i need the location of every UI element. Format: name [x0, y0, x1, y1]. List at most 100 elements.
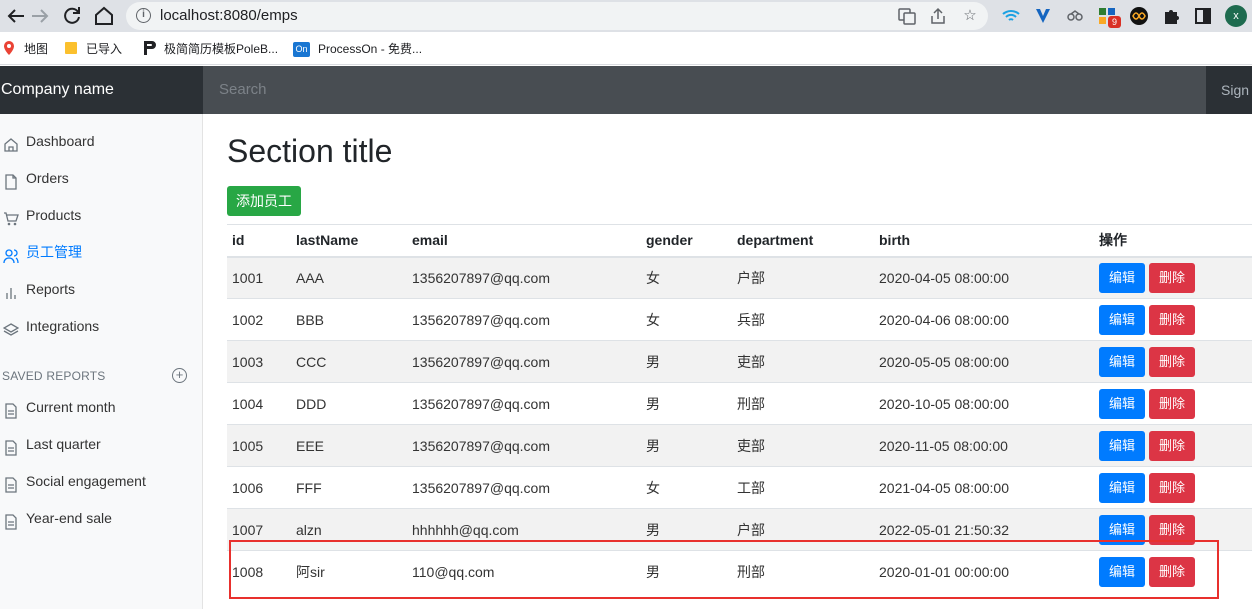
- cell-lastname: AAA: [291, 256, 407, 299]
- browser-toolbar: i localhost:8080/emps ☆ 9 x: [0, 0, 1252, 32]
- table-row: 1005 EEE 1356207897@qq.com 男吏部 2020-11-05 08…: [227, 424, 1252, 467]
- cell-id: 1008: [227, 550, 291, 593]
- top-navbar: Company name Sign out: [0, 66, 1252, 114]
- cell-actions: 编辑 删除: [1094, 508, 1252, 551]
- cell-actions: 编辑 删除: [1094, 340, 1252, 383]
- delete-button[interactable]: 删除: [1149, 388, 1195, 419]
- saved-report-year-end-sale[interactable]: Year-end sale: [0, 503, 203, 533]
- bookmark-item[interactable]: 已导入: [64, 40, 122, 58]
- bookmark-item[interactable]: On ProcessOn - 免费...: [293, 40, 422, 58]
- sidebar-item-integrations[interactable]: Integrations: [0, 311, 203, 341]
- delete-button[interactable]: 删除: [1149, 262, 1195, 293]
- site-info-icon[interactable]: i: [136, 8, 151, 23]
- saved-report-current-month[interactable]: Current month: [0, 392, 203, 422]
- profile-avatar[interactable]: x: [1225, 5, 1247, 27]
- cell-department: 刑部: [732, 382, 874, 425]
- edit-button[interactable]: 编辑: [1099, 472, 1145, 503]
- saved-report-last-quarter[interactable]: Last quarter: [0, 429, 203, 459]
- cell-gender: 男: [641, 424, 732, 467]
- star-icon[interactable]: ☆: [961, 7, 979, 25]
- wifi-extension-icon[interactable]: [1001, 6, 1021, 26]
- url-text[interactable]: localhost:8080/emps: [160, 7, 298, 24]
- cell-actions: 编辑 删除: [1094, 382, 1252, 425]
- add-employee-button[interactable]: 添加员工: [227, 186, 301, 216]
- sidebar: Dashboard Orders Products 员工管理 Reports I…: [0, 114, 203, 609]
- cell-lastname: 阿sir: [291, 550, 407, 593]
- forward-arrow-icon[interactable]: [28, 4, 52, 28]
- table-row: 1003 CCC 1356207897@qq.com 男吏部 2020-05-05 08…: [227, 340, 1252, 383]
- file-text-icon: [3, 510, 19, 530]
- cell-birth: 2020-11-05 08:00:00: [874, 424, 1094, 467]
- cell-lastname: CCC: [291, 340, 407, 383]
- home-icon[interactable]: [92, 4, 116, 28]
- sidebar-item-employees[interactable]: 员工管理: [0, 237, 203, 267]
- cell-email: 1356207897@qq.com: [407, 466, 641, 509]
- cell-email: 110@qq.com: [407, 550, 641, 593]
- table-row: 1004 DDD 1356207897@qq.com 男刑部 2020-10-05 08…: [227, 382, 1252, 425]
- bookmark-item[interactable]: 极简简历模板PoleB...: [142, 40, 278, 59]
- cell-email: 1356207897@qq.com: [407, 298, 641, 341]
- cell-gender: 女: [641, 466, 732, 509]
- edit-button[interactable]: 编辑: [1099, 304, 1145, 335]
- puzzle-extensions-icon[interactable]: [1161, 6, 1181, 26]
- cell-actions: 编辑 删除: [1094, 466, 1252, 509]
- edit-button[interactable]: 编辑: [1099, 388, 1145, 419]
- column-header-email: email: [407, 224, 641, 258]
- brand-link[interactable]: Company name: [0, 66, 203, 114]
- cell-lastname: BBB: [291, 298, 407, 341]
- search-input[interactable]: [203, 66, 1206, 114]
- edit-button[interactable]: 编辑: [1099, 262, 1145, 293]
- cell-birth: 2020-01-01 00:00:00: [874, 550, 1094, 593]
- plus-circle-icon[interactable]: +: [172, 368, 187, 383]
- share-icon[interactable]: [929, 7, 947, 25]
- cell-birth: 2022-05-01 21:50:32: [874, 508, 1094, 551]
- sidebar-item-products[interactable]: Products: [0, 200, 203, 230]
- cell-email: 1356207897@qq.com: [407, 340, 641, 383]
- side-panel-icon[interactable]: [1193, 6, 1213, 26]
- delete-button[interactable]: 删除: [1149, 346, 1195, 377]
- cell-gender: 女: [641, 256, 732, 299]
- cloud-extension-icon[interactable]: [1065, 6, 1085, 26]
- signout-link[interactable]: Sign out: [1206, 66, 1252, 114]
- processon-icon: On: [293, 42, 310, 58]
- cell-actions: 编辑 删除: [1094, 424, 1252, 467]
- delete-button[interactable]: 删除: [1149, 304, 1195, 335]
- cell-id: 1007: [227, 508, 291, 551]
- delete-button[interactable]: 删除: [1149, 514, 1195, 545]
- bookmark-item[interactable]: 地图: [2, 40, 48, 59]
- saved-report-social-engagement[interactable]: Social engagement: [0, 466, 203, 496]
- table-row: 1002 BBB 1356207897@qq.com 女兵部 2020-04-06 08…: [227, 298, 1252, 341]
- layers-icon: [2, 318, 20, 336]
- delete-button[interactable]: 删除: [1149, 430, 1195, 461]
- cell-department: 户部: [732, 256, 874, 299]
- cell-id: 1003: [227, 340, 291, 383]
- column-header-gender: gender: [641, 224, 732, 258]
- sidebar-item-orders[interactable]: Orders: [0, 163, 203, 193]
- file-text-icon: [3, 473, 19, 493]
- cell-actions: 编辑 删除: [1094, 550, 1252, 593]
- address-bar[interactable]: i localhost:8080/emps ☆: [126, 2, 988, 30]
- edit-button[interactable]: 编辑: [1099, 556, 1145, 587]
- cell-id: 1002: [227, 298, 291, 341]
- sidebar-item-reports[interactable]: Reports: [0, 274, 203, 304]
- delete-button[interactable]: 删除: [1149, 556, 1195, 587]
- poleb-icon: [142, 40, 156, 59]
- v-extension-icon[interactable]: [1033, 6, 1053, 26]
- saved-reports-heading: SAVED REPORTS: [2, 369, 106, 383]
- table-row: 1007 alzn hhhhhh@qq.com 男户部 2022-05-01 21:50…: [227, 508, 1252, 551]
- edit-button[interactable]: 编辑: [1099, 346, 1145, 377]
- cell-gender: 男: [641, 508, 732, 551]
- reload-icon[interactable]: [60, 4, 84, 28]
- cell-id: 1006: [227, 466, 291, 509]
- column-header-actions: 操作: [1094, 224, 1252, 258]
- cell-gender: 男: [641, 382, 732, 425]
- back-arrow-icon[interactable]: [4, 4, 28, 28]
- edit-button[interactable]: 编辑: [1099, 514, 1145, 545]
- infinity-extension-icon[interactable]: [1129, 6, 1149, 26]
- sidebar-item-dashboard[interactable]: Dashboard: [0, 126, 203, 156]
- cell-birth: 2020-05-05 08:00:00: [874, 340, 1094, 383]
- translate-icon[interactable]: [898, 7, 916, 25]
- delete-button[interactable]: 删除: [1149, 472, 1195, 503]
- cell-email: 1356207897@qq.com: [407, 256, 641, 299]
- edit-button[interactable]: 编辑: [1099, 430, 1145, 461]
